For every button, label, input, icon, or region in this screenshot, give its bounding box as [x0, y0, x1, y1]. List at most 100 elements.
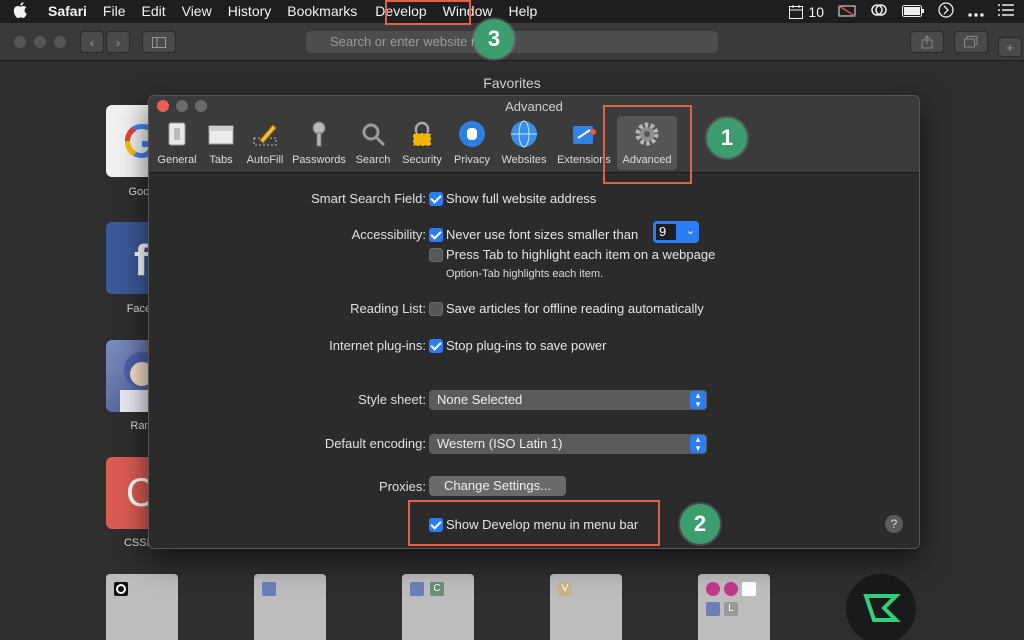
frequent-site-tile[interactable]: L: [698, 574, 770, 640]
frequent-site-tile[interactable]: [106, 574, 178, 640]
plugins-option: Stop plug-ins to save power: [446, 338, 607, 353]
tab-autofill[interactable]: AutoFill: [241, 116, 289, 170]
tab-label: Search: [355, 154, 391, 166]
site-icon: [724, 582, 738, 596]
forward-button[interactable]: ›: [106, 31, 130, 53]
smart-search-option: Show full website address: [446, 191, 597, 206]
updown-arrows-icon: ▴ ▾: [690, 391, 706, 409]
key-icon: [312, 121, 326, 147]
min-font-size-select[interactable]: 9 ⌄: [653, 221, 699, 243]
plugins-checkbox[interactable]: [429, 339, 443, 353]
tab-highlight-option: Press Tab to highlight each item on a we…: [446, 247, 716, 262]
menu-history[interactable]: History: [220, 0, 280, 23]
site-logo-icon[interactable]: [846, 574, 916, 640]
chevron-right-icon: ›: [115, 34, 121, 50]
reading-list-label: Reading List:: [350, 301, 426, 316]
min-font-size-value: 9: [656, 224, 676, 240]
min-font-size-checkbox[interactable]: [429, 228, 443, 242]
battery-icon[interactable]: [902, 4, 924, 20]
avatar-icon: [410, 582, 424, 596]
tab-privacy[interactable]: Privacy: [449, 116, 495, 170]
menu-bookmarks[interactable]: Bookmarks: [279, 0, 365, 23]
tab-tabs[interactable]: Tabs: [201, 116, 241, 170]
favorites-heading: Favorites: [483, 75, 541, 91]
avatar-icon: [706, 602, 720, 616]
tab-search[interactable]: Search: [351, 116, 395, 170]
style-sheet-select[interactable]: None Selected ▴ ▾: [429, 390, 707, 410]
pencil-icon: [253, 124, 277, 146]
site-letter-icon: V: [558, 582, 572, 596]
switch-icon: [168, 122, 186, 146]
tab-security[interactable]: Security: [397, 116, 447, 170]
hand-icon: [459, 121, 485, 147]
frequent-site-tile[interactable]: [254, 574, 326, 640]
updown-arrows-icon: ▴ ▾: [690, 435, 706, 453]
tab-label: Privacy: [453, 154, 491, 166]
more-icon[interactable]: [968, 4, 984, 20]
calendar-icon[interactable]: 10: [788, 4, 824, 20]
develop-menu-highlight: [385, 0, 471, 25]
status-area: 10: [788, 0, 1014, 23]
dialog-titlebar: Advanced General Tabs AutoFill Passwords…: [149, 96, 919, 173]
magnifier-icon: [362, 123, 386, 147]
encoding-value: Western (ISO Latin 1): [437, 436, 563, 451]
tab-label: General: [157, 154, 197, 166]
tab-label: Security: [402, 154, 442, 166]
chevron-left-icon: ‹: [89, 34, 95, 50]
back-button[interactable]: ‹: [80, 31, 104, 53]
encoding-label: Default encoding:: [324, 436, 426, 451]
lock-icon: [412, 121, 432, 147]
globe-icon: [511, 120, 537, 148]
chevron-down-icon: ⌄: [685, 225, 695, 237]
share-button[interactable]: [910, 31, 944, 53]
tab-label: AutoFill: [246, 154, 284, 166]
style-sheet-label: Style sheet:: [358, 392, 426, 407]
new-tab-button[interactable]: +: [998, 37, 1022, 57]
plus-icon: +: [1006, 39, 1014, 55]
help-button[interactable]: ?: [885, 515, 903, 533]
list-icon[interactable]: [998, 3, 1014, 20]
tabs-overview-button[interactable]: [954, 31, 988, 53]
advanced-tab-highlight: [603, 105, 692, 184]
avatar-icon: [262, 582, 276, 596]
tab-websites[interactable]: Websites: [497, 116, 551, 170]
develop-option-highlight: [408, 500, 660, 546]
calendar-day: 10: [808, 3, 824, 20]
reading-list-checkbox[interactable]: [429, 302, 443, 316]
menu-help[interactable]: Help: [500, 0, 545, 23]
style-sheet-value: None Selected: [437, 392, 523, 407]
smart-search-checkbox[interactable]: [429, 192, 443, 206]
site-letter-icon: L: [724, 602, 738, 616]
window-zoom-button[interactable]: [54, 36, 66, 48]
menu-file[interactable]: File: [95, 0, 134, 23]
tab-label: Passwords: [292, 154, 346, 166]
window-minimize-button[interactable]: [34, 36, 46, 48]
frequent-site-tile[interactable]: C: [402, 574, 474, 640]
change-settings-button[interactable]: Change Settings...: [429, 476, 566, 496]
clock-icon[interactable]: [938, 2, 954, 21]
window-close-button[interactable]: [14, 36, 26, 48]
tab-general[interactable]: General: [153, 116, 201, 170]
tab-highlight-checkbox[interactable]: [429, 248, 443, 262]
plugins-label: Internet plug-ins:: [329, 338, 426, 353]
menu-view[interactable]: View: [174, 0, 220, 23]
menu-safari[interactable]: Safari: [40, 0, 95, 23]
github-icon: [114, 582, 128, 596]
tab-passwords[interactable]: Passwords: [289, 116, 349, 170]
menu-edit[interactable]: Edit: [133, 0, 173, 23]
sidebar-button[interactable]: [142, 31, 176, 53]
frequent-site-tile[interactable]: V: [550, 574, 622, 640]
apple-menu-icon[interactable]: [0, 1, 40, 22]
tab-label: Websites: [501, 154, 547, 166]
site-icon: [706, 582, 720, 596]
video-icon[interactable]: [838, 3, 856, 20]
min-font-size-option: Never use font sizes smaller than: [446, 227, 639, 242]
menu-bar: Safari File Edit View History Bookmarks …: [0, 0, 1024, 23]
encoding-select[interactable]: Western (ISO Latin 1) ▴ ▾: [429, 434, 707, 454]
creative-cloud-icon[interactable]: [870, 3, 888, 20]
tab-label: Tabs: [209, 154, 233, 166]
book-icon: [742, 582, 756, 596]
smart-search-label: Smart Search Field:: [311, 191, 426, 206]
reading-list-option: Save articles for offline reading automa…: [446, 301, 704, 316]
preferences-dialog: Advanced General Tabs AutoFill Passwords…: [148, 95, 920, 549]
